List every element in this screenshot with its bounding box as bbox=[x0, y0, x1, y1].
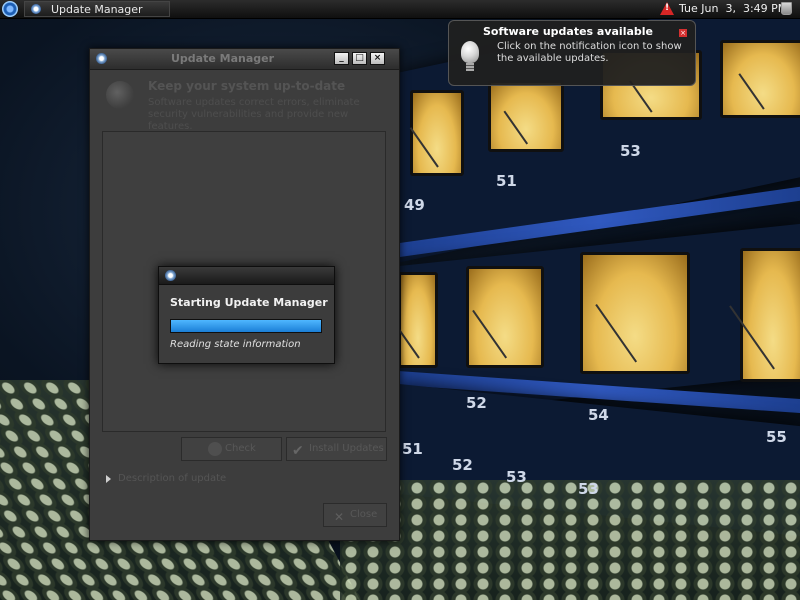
wallpaper-number: 51 bbox=[496, 172, 517, 190]
wallpaper-fader-bank bbox=[340, 480, 800, 600]
check-button[interactable]: Check bbox=[181, 437, 282, 461]
minimize-button[interactable]: _ bbox=[334, 52, 349, 65]
close-button-label: Close bbox=[350, 509, 378, 520]
close-button[interactable]: ✕ Close bbox=[323, 503, 387, 527]
refresh-icon bbox=[208, 442, 222, 456]
vu-meter bbox=[398, 272, 438, 368]
dialog-status: Reading state information bbox=[170, 339, 301, 350]
lightbulb-icon bbox=[461, 41, 479, 71]
wallpaper-number: 53 bbox=[506, 468, 527, 486]
notification-bubble[interactable]: Software updates available Click on the … bbox=[448, 20, 696, 86]
notification-title: Software updates available bbox=[483, 25, 654, 38]
vu-meter bbox=[580, 252, 690, 374]
wallpaper-number: 53 bbox=[578, 480, 599, 498]
close-window-button[interactable]: × bbox=[370, 52, 385, 65]
close-icon: ✕ bbox=[334, 510, 345, 524]
wallpaper-number: 53 bbox=[620, 142, 641, 160]
window-titlebar[interactable]: Update Manager _ □ × bbox=[90, 49, 399, 70]
vu-meter bbox=[466, 266, 544, 368]
vu-meter bbox=[410, 90, 464, 176]
taskbar-label: Update Manager bbox=[51, 3, 143, 16]
description-expander[interactable]: Description of update bbox=[118, 473, 226, 484]
wallpaper-number: 52 bbox=[452, 456, 473, 474]
dialog-titlebar[interactable] bbox=[159, 267, 334, 285]
checkmark-icon: ✔ bbox=[292, 443, 304, 459]
window-title: Update Manager bbox=[170, 52, 275, 65]
progress-fill bbox=[171, 320, 321, 332]
dialog-title: Starting Update Manager bbox=[170, 296, 328, 309]
notification-body: Click on the notification icon to show t… bbox=[497, 41, 682, 64]
vu-meter bbox=[488, 80, 564, 152]
taskbar-button-update-manager[interactable]: Update Manager bbox=[24, 1, 170, 17]
progress-bar bbox=[170, 319, 322, 333]
update-manager-icon bbox=[165, 270, 176, 281]
update-globe-icon bbox=[106, 81, 134, 109]
top-panel: Update Manager ! Tue Jun 3, 3:49 PM bbox=[0, 0, 800, 19]
notification-close-icon[interactable]: × bbox=[679, 29, 687, 37]
maximize-button[interactable]: □ bbox=[352, 52, 367, 65]
clock[interactable]: Tue Jun 3, 3:49 PM bbox=[679, 2, 787, 15]
wallpaper-number: 52 bbox=[466, 394, 487, 412]
wallpaper-number: 49 bbox=[404, 196, 425, 214]
distro-logo-icon[interactable] bbox=[2, 1, 18, 17]
trash-icon[interactable] bbox=[781, 2, 792, 15]
header-description: Software updates correct errors, elimina… bbox=[148, 97, 360, 132]
install-button-label: Install Updates bbox=[309, 443, 384, 454]
check-button-label: Check bbox=[225, 443, 256, 454]
install-updates-button[interactable]: ✔ Install Updates bbox=[286, 437, 387, 461]
wallpaper-number: 54 bbox=[588, 406, 609, 424]
warning-exclamation-icon: ! bbox=[665, 3, 670, 13]
vu-meter bbox=[740, 248, 800, 382]
expander-arrow-icon[interactable] bbox=[106, 475, 111, 483]
wallpaper-number: 55 bbox=[766, 428, 787, 446]
header-title: Keep your system up-to-date bbox=[148, 79, 346, 93]
wallpaper-number: 51 bbox=[402, 440, 423, 458]
vu-meter bbox=[720, 40, 800, 118]
progress-dialog: Starting Update Manager Reading state in… bbox=[158, 266, 335, 364]
update-manager-icon bbox=[31, 4, 41, 14]
